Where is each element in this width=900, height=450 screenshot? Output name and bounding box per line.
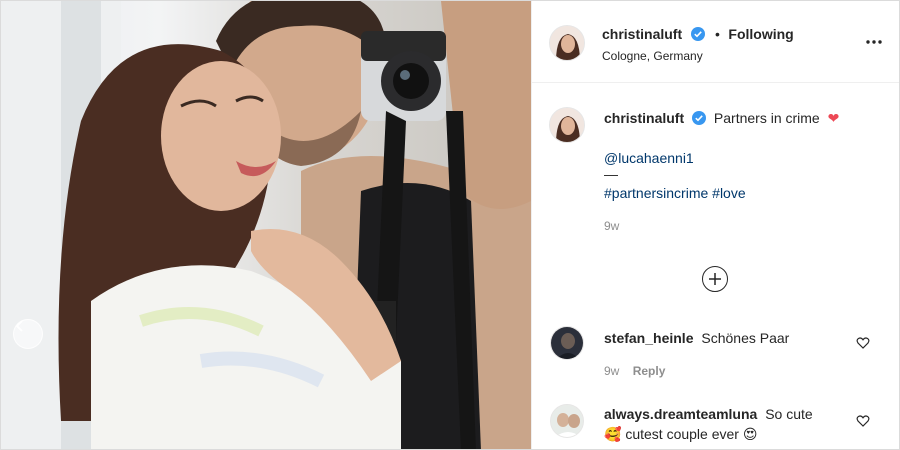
red-heart-emoji: ❤ (827, 110, 840, 126)
previous-photo-button[interactable] (13, 319, 43, 349)
caption-divider: — (604, 166, 618, 182)
more-horizontal-icon[interactable] (864, 35, 884, 49)
avatar-image (550, 26, 584, 60)
header-author-line: christinaluft • Following (602, 26, 794, 44)
post-caption: christinaluft Partners in crime ❤ @lucah… (604, 109, 884, 236)
load-more-comments-button[interactable] (702, 266, 728, 292)
comment-timestamp[interactable]: 9w (604, 364, 619, 378)
heart-eyes-emoji: 😍 (742, 426, 758, 442)
post-photo[interactable] (1, 1, 531, 449)
comment-body: Schönes Paar (701, 330, 790, 346)
caption-timestamp[interactable]: 9w (604, 217, 884, 236)
verified-badge-icon (690, 27, 705, 41)
separator-dot: • (715, 26, 720, 42)
commenter-avatar[interactable] (550, 326, 584, 360)
verified-badge-icon (692, 111, 707, 125)
caption-author-avatar[interactable] (549, 107, 585, 143)
caption-hashtags[interactable]: #partnersincrime #love (604, 184, 884, 203)
comment-meta: 9w Reply (604, 364, 665, 378)
commenter-username[interactable]: always.dreamteamluna (604, 406, 757, 422)
avatar-image (550, 108, 584, 142)
like-heart-icon[interactable] (856, 414, 870, 428)
comment-body-part1: So cute (765, 406, 813, 422)
caption-author-username[interactable]: christinaluft (604, 110, 684, 126)
reply-button[interactable]: Reply (633, 364, 666, 378)
comment-text-line: stefan_heinle Schönes Paar (604, 328, 789, 348)
chevron-left-icon (15, 320, 23, 332)
caption-text: Partners in crime (713, 110, 820, 126)
commenter-avatar[interactable] (550, 404, 584, 438)
avatar-image (551, 405, 583, 437)
plus-circle-icon (709, 273, 721, 285)
comment-text-line: always.dreamteamluna So cute 🥰 cutest co… (604, 404, 844, 444)
commenter-username[interactable]: stefan_heinle (604, 330, 693, 346)
smiling-hearts-emoji: 🥰 (604, 426, 622, 442)
comment-body-part2: cutest couple ever (625, 426, 739, 442)
post-side-panel: christinaluft • Following Cologne, Germa… (531, 1, 899, 449)
author-avatar[interactable] (549, 25, 585, 61)
avatar-image (551, 327, 583, 359)
post-header: christinaluft • Following Cologne, Germa… (532, 1, 899, 83)
post-location[interactable]: Cologne, Germany (602, 49, 703, 63)
like-heart-icon[interactable] (856, 336, 870, 350)
post-modal: christinaluft • Following Cologne, Germa… (0, 0, 900, 450)
photo-illustration (1, 1, 531, 449)
caption-first-line: christinaluft Partners in crime ❤ (604, 109, 884, 128)
author-username[interactable]: christinaluft (602, 26, 682, 42)
following-button[interactable]: Following (728, 26, 793, 42)
caption-mention-link[interactable]: @lucahaenni1 (604, 149, 884, 168)
